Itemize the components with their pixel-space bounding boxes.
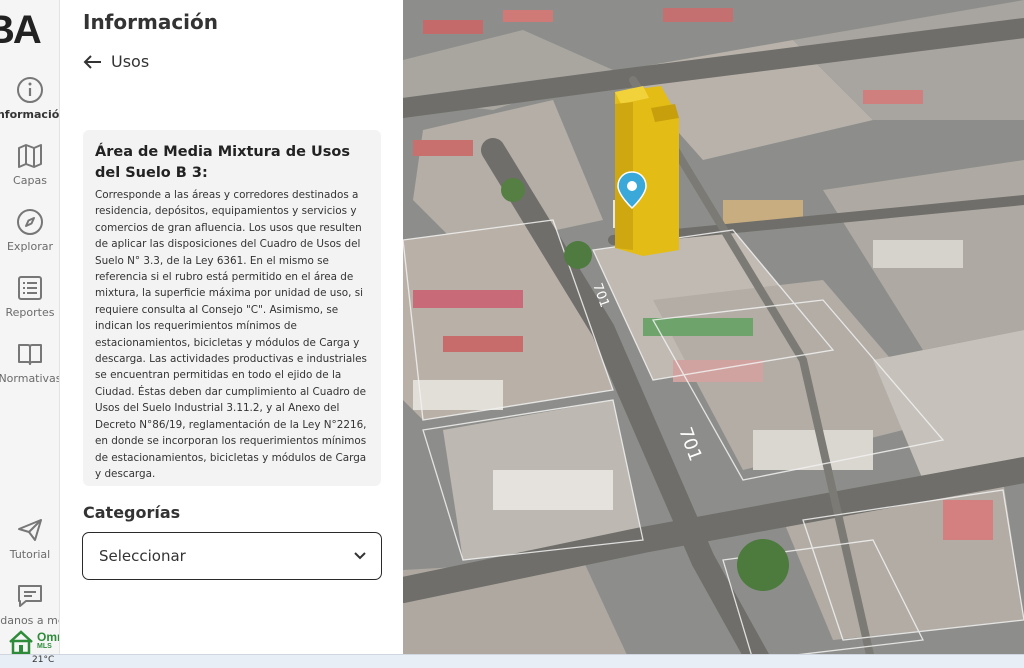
- temperature-text: 21°C: [32, 655, 55, 665]
- rail-label: Reportes: [5, 306, 55, 319]
- back-button[interactable]: Usos: [83, 52, 149, 71]
- panel-title: Información: [83, 10, 219, 34]
- rail-label: Capas: [13, 174, 47, 187]
- send-icon: [18, 519, 42, 541]
- info-icon: [17, 77, 43, 103]
- book-icon: [18, 344, 42, 365]
- chat-icon: [18, 585, 42, 607]
- select-value: Seleccionar: [99, 547, 186, 565]
- arrow-left-icon: [83, 54, 101, 69]
- house-icon: [9, 630, 33, 654]
- categories-title: Categorías: [83, 503, 181, 522]
- card-title: Área de Media Mixtura de Usos del Suelo …: [95, 144, 350, 181]
- rail-label: Normativas: [0, 372, 60, 385]
- aerial-map[interactable]: 701 701: [403, 0, 1024, 668]
- categories-select[interactable]: Seleccionar: [82, 532, 382, 580]
- zoning-info-card: Área de Media Mixtura de Usos del Suelo …: [83, 130, 381, 486]
- list-icon: [18, 276, 42, 300]
- left-rail: BA Información Capas Explorar Reportes N…: [0, 0, 60, 668]
- omni-mls-logo: OmniMLS: [8, 630, 59, 654]
- rail-item-capas[interactable]: Capas: [0, 142, 59, 204]
- chevron-down-icon: [354, 552, 366, 560]
- rail-item-reportes[interactable]: Reportes: [0, 274, 59, 336]
- card-body: Corresponde a las áreas y corredores des…: [95, 189, 367, 480]
- rail-item-tutorial[interactable]: Tutorial: [0, 516, 59, 578]
- taskbar: 21°C: [0, 654, 1024, 668]
- ba-logo[interactable]: BA: [0, 8, 42, 53]
- rail-label: Información: [0, 108, 60, 121]
- rail-item-explorar[interactable]: Explorar: [0, 208, 59, 270]
- rail-item-informacion[interactable]: Información: [0, 76, 60, 138]
- rail-item-normativas[interactable]: Normativas: [0, 340, 60, 402]
- info-panel: Información Usos Área de Media Mixtura d…: [61, 0, 403, 668]
- map-icon: [18, 144, 42, 168]
- rail-label: Tutorial: [9, 548, 51, 561]
- rail-label: Ayudanos a mejorar: [0, 614, 59, 627]
- rail-label: Explorar: [6, 240, 53, 253]
- back-label: Usos: [111, 52, 150, 71]
- map-view[interactable]: 701 701: [403, 0, 1024, 668]
- highlighted-building[interactable]: [615, 86, 679, 256]
- compass-icon: [17, 209, 43, 235]
